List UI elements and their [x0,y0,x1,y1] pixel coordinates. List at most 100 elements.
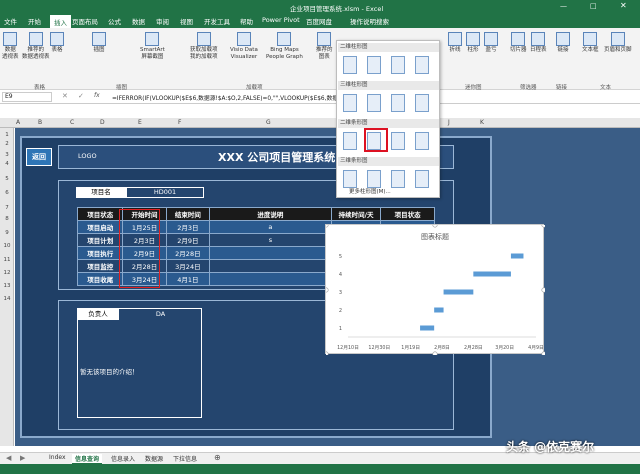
row-header[interactable]: 4 [0,161,14,167]
column-header[interactable]: A [16,119,20,126]
ribbon-button-9[interactable]: 折线 [448,32,462,54]
chart-type-option[interactable] [391,132,405,150]
table-cell[interactable]: 2月9日 [165,233,211,247]
row-header[interactable]: 6 [0,190,14,196]
ribbon-button-5[interactable]: 获取加载项 我的加载项 [190,32,218,61]
table-cell[interactable]: 4月1日 [165,272,211,286]
row-header[interactable]: 14 [0,296,14,302]
back-button[interactable]: 返回 [26,148,52,166]
column-header[interactable]: B [38,119,42,126]
tab-0[interactable]: 文件 [4,16,17,26]
chart-type-option[interactable] [415,94,429,112]
minimize-icon[interactable]: — [560,2,567,10]
owner-value[interactable]: DA [119,308,202,320]
column-header[interactable]: E [138,119,142,126]
tab-2[interactable]: 插入 [50,15,71,28]
project-name-select[interactable]: HD001 [126,187,204,198]
tab-5[interactable]: 数据 [132,16,145,26]
ribbon-button-0[interactable]: 数据 透视表 [2,32,19,61]
column-header[interactable]: J [448,119,450,126]
enter-icon[interactable]: ✓ [78,92,84,100]
chart-type-dropdown[interactable]: 二维柱形图 三维柱形图 二维条形图 三维条形图 更多柱形图(M)... [336,40,440,198]
table-cell[interactable] [209,272,332,286]
row-header[interactable]: 1 [0,132,14,138]
tab-3[interactable]: 页面布局 [72,16,98,26]
row-header[interactable]: 11 [0,257,14,263]
table-cell[interactable]: s [209,233,332,247]
name-box[interactable]: E9 [2,92,52,102]
ribbon-button-13[interactable]: 日程表 [530,32,547,54]
chart-type-option[interactable] [391,56,405,74]
tab-11[interactable]: 百度网盘 [306,16,332,26]
table-cell[interactable]: 2月3日 [165,220,211,234]
sheet-tab-2[interactable]: 信息录入 [108,454,138,463]
more-charts-link[interactable]: 更多柱形图(M)... [349,187,391,195]
chart-type-option[interactable] [343,170,357,188]
chart-type-option[interactable] [391,170,405,188]
row-header[interactable]: 12 [0,270,14,276]
sheet-tab-4[interactable]: 下拉信息 [170,454,200,463]
row-header[interactable]: 5 [0,176,14,182]
chart-type-option[interactable] [367,170,381,188]
tab-8[interactable]: 开发工具 [204,16,230,26]
row-header[interactable]: 7 [0,205,14,211]
ribbon-button-14[interactable]: 链接 [556,32,570,54]
ribbon-button-6[interactable]: Visio Data Visualizer [230,32,258,61]
row-header[interactable]: 9 [0,230,14,236]
tab-12[interactable]: 操作说明搜索 [350,16,389,26]
ribbon-button-4[interactable]: SmartArt 屏幕截图 [140,32,165,61]
ribbon-button-11[interactable]: 盈亏 [484,32,498,54]
ribbon-button-10[interactable]: 柱形 [466,32,480,54]
add-sheet-icon[interactable]: ⊕ [214,453,221,462]
prev-sheet-icon[interactable]: ◀ [6,454,11,462]
ribbon-button-3[interactable]: 插图 [92,32,106,54]
table-cell[interactable] [209,246,332,260]
chart-type-option[interactable] [391,94,405,112]
bar-1 [420,325,435,331]
ribbon-button-15[interactable]: 文本框 [582,32,599,54]
cancel-icon[interactable]: ✕ [62,92,68,100]
chart-type-option[interactable] [367,94,381,112]
table-cell[interactable]: 3月24日 [165,259,211,273]
ribbon-button-12[interactable]: 切片器 [510,32,527,54]
chart-type-option[interactable] [415,170,429,188]
ribbon-button-8[interactable]: 推荐的 图表 [316,32,333,61]
table-cell[interactable]: a [209,220,332,234]
column-header[interactable]: F [178,119,181,126]
ribbon-button-7[interactable]: Bing Maps People Graph [266,32,303,61]
row-header[interactable]: 13 [0,283,14,289]
chart-type-option[interactable] [367,56,381,74]
row-header[interactable]: 8 [0,216,14,222]
row-header[interactable]: 2 [0,141,14,147]
chart-type-option[interactable] [343,56,357,74]
chart-type-option[interactable] [415,56,429,74]
tab-6[interactable]: 审阅 [156,16,169,26]
tab-7[interactable]: 视图 [180,16,193,26]
ribbon-button-2[interactable]: 表格 [50,32,64,54]
sheet-tab-3[interactable]: 数据源 [142,454,166,463]
chart-type-option[interactable] [343,94,357,112]
function-icon[interactable]: fx [94,92,100,99]
tab-9[interactable]: 帮助 [240,16,253,26]
row-header[interactable]: 10 [0,243,14,249]
tab-10[interactable]: Power Pivot [262,16,300,24]
ribbon-button-16[interactable]: 页眉和页脚 [604,32,632,54]
chart-type-option[interactable] [343,132,357,150]
table-cell[interactable]: 2月28日 [165,246,211,260]
column-header[interactable]: D [100,119,105,126]
row-header[interactable]: 3 [0,152,14,158]
ribbon-button-1[interactable]: 推荐的 数据透视表 [22,32,50,61]
maximize-icon[interactable]: □ [590,2,597,10]
column-header[interactable]: C [70,119,74,126]
close-icon[interactable]: ✕ [620,1,627,10]
next-sheet-icon[interactable]: ▶ [20,454,25,462]
tab-1[interactable]: 开始 [28,16,41,26]
column-header[interactable]: K [480,119,484,126]
chart-type-option[interactable] [415,132,429,150]
column-header[interactable]: G [266,119,271,126]
sheet-tab-0[interactable]: Index [46,454,69,461]
gantt-chart[interactable]: 图表标题 1 2 3 4 5 12月10日 12月30日 1月19日 2月8日 2月28日 3月20日… [323,222,547,357]
formula-input[interactable]: =IFERROR(IF(VLOOKUP($E$6,数据源!$A:$O,2,FAL… [112,93,338,102]
table-cell[interactable] [209,259,332,273]
tab-4[interactable]: 公式 [108,16,121,26]
